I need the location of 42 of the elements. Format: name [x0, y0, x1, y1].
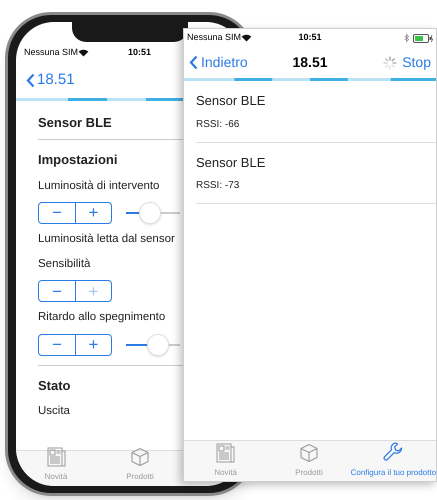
minus-button[interactable]: −	[39, 334, 75, 354]
section-header: Stato	[38, 376, 72, 394]
tab-item[interactable]: Configura il tuo prodotto	[350, 441, 436, 479]
setting-label: Sensibilità	[38, 257, 92, 272]
tab-item[interactable]: Prodotti	[110, 447, 170, 483]
back-chevron-icon	[26, 72, 35, 88]
plus-button[interactable]: +	[75, 334, 111, 354]
setting-label: Luminosità di intervento	[38, 178, 160, 194]
back-button[interactable]: Indietro	[189, 52, 248, 73]
slider[interactable]	[126, 202, 180, 224]
tab-item[interactable]: Novità	[26, 447, 86, 483]
status-time: 10:51	[128, 46, 152, 60]
carrier-text: Nessuna SIM	[24, 46, 78, 60]
device-row[interactable]: Sensor BLE RSSI: -66	[196, 81, 436, 142]
newspaper-icon	[216, 443, 236, 463]
minus-button[interactable]: −	[39, 281, 75, 302]
cube-icon	[130, 447, 150, 467]
wifi-icon	[78, 49, 90, 57]
stop-button[interactable]: Stop	[402, 52, 431, 73]
section-header: Impostazioni	[38, 151, 118, 169]
slider[interactable]	[126, 334, 180, 356]
wifi-icon	[241, 34, 252, 42]
back-button[interactable]: 18.51	[26, 68, 75, 92]
setting-label: Luminosità letta dal sensor	[38, 232, 176, 247]
device-title: Sensor BLE	[38, 114, 113, 132]
status-time: 10:51	[298, 31, 322, 44]
tab-item[interactable]: Prodotti	[267, 443, 351, 479]
tab-item[interactable]: Novità	[184, 443, 268, 479]
carrier-text: Nessuna SIM	[187, 31, 242, 44]
back-chevron-icon	[189, 55, 198, 70]
plus-button[interactable]: +	[75, 202, 111, 223]
bluetooth-icon	[404, 33, 410, 43]
setting-label: Uscita	[38, 404, 71, 419]
newspaper-icon	[46, 447, 66, 467]
cube-icon	[298, 443, 319, 463]
wrench-icon	[382, 441, 404, 463]
device-row[interactable]: Sensor BLE RSSI: -73	[196, 142, 436, 204]
battery-icon	[413, 34, 433, 42]
nav-title: 18.51	[292, 53, 328, 72]
setting-label: Ritardo allo spegnimento	[38, 310, 166, 326]
spinner-icon	[383, 56, 398, 70]
minus-button[interactable]: −	[39, 202, 75, 223]
